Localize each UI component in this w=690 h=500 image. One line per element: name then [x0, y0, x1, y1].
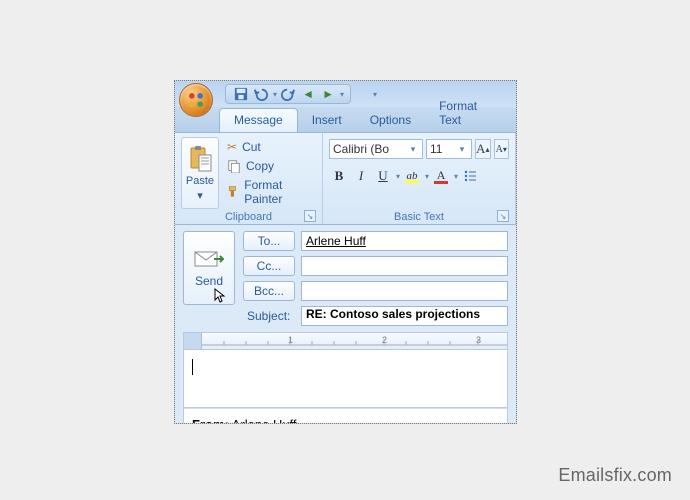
subject-field[interactable]: RE: Contoso sales projections: [301, 306, 508, 326]
clipboard-group-title: Clipboard ↘: [181, 209, 316, 223]
subject-label: Subject:: [243, 309, 295, 323]
basic-text-dialog-launcher-icon[interactable]: ↘: [497, 210, 509, 222]
chevron-down-icon: ▾: [456, 144, 468, 155]
copy-button[interactable]: Copy: [225, 158, 316, 174]
font-color-dropdown-icon[interactable]: ▾: [454, 172, 458, 181]
tab-message[interactable]: Message: [219, 108, 298, 132]
clipboard-group: Paste ▾ ✂ Cut Copy Format Painter: [175, 133, 323, 224]
tab-insert[interactable]: Insert: [298, 109, 356, 132]
to-button[interactable]: To...: [243, 231, 295, 251]
message-body-area: 1 2 3 From: A: [175, 332, 516, 424]
italic-button[interactable]: I: [351, 166, 371, 186]
cc-field[interactable]: [301, 256, 508, 276]
ribbon-tabs: Message Insert Options Format Text: [175, 107, 516, 133]
paste-label: Paste: [186, 175, 214, 187]
save-icon[interactable]: [232, 85, 250, 103]
paste-button[interactable]: Paste ▾: [181, 137, 219, 209]
font-color-button[interactable]: A: [431, 166, 451, 186]
address-area: Send To... Arlene Huff Cc... Bcc... Subj…: [175, 225, 516, 332]
cc-button[interactable]: Cc...: [243, 256, 295, 276]
scissors-icon: ✂: [227, 140, 237, 154]
chevron-down-icon: ▾: [407, 144, 419, 155]
text-caret-icon: [192, 359, 193, 375]
envelope-send-icon: [194, 248, 224, 270]
highlight-button[interactable]: ab: [402, 166, 422, 186]
clipboard-dialog-launcher-icon[interactable]: ↘: [304, 210, 316, 222]
compose-window: ▾ ◄ ► ▾ ▾ Message Insert Options Format …: [174, 80, 517, 424]
undo-icon[interactable]: [252, 85, 270, 103]
paste-dropdown-icon[interactable]: ▾: [197, 189, 203, 202]
bcc-button[interactable]: Bcc...: [243, 281, 295, 301]
mouse-cursor-icon: [214, 288, 230, 304]
tab-format-text[interactable]: Format Text: [425, 95, 516, 132]
ruler[interactable]: 1 2 3: [183, 332, 508, 350]
to-field[interactable]: Arlene Huff: [301, 231, 508, 251]
copy-icon: [227, 159, 241, 173]
quoted-header-from: From: Arlene Huff: [183, 408, 508, 424]
format-painter-button[interactable]: Format Painter: [225, 177, 316, 207]
undo-dropdown-icon[interactable]: ▾: [273, 90, 277, 99]
office-button[interactable]: [179, 83, 213, 117]
cut-button[interactable]: ✂ Cut: [225, 139, 316, 155]
highlight-dropdown-icon[interactable]: ▾: [425, 172, 429, 181]
basic-text-group-title: Basic Text ↘: [329, 209, 509, 223]
message-body-editor[interactable]: [183, 350, 508, 408]
shrink-font-button[interactable]: A▾: [494, 139, 510, 159]
bullets-button[interactable]: [460, 166, 480, 186]
underline-button[interactable]: U: [373, 166, 393, 186]
bcc-field[interactable]: [301, 281, 508, 301]
bold-button[interactable]: B: [329, 166, 349, 186]
watermark: Emailsfix.com: [558, 465, 672, 486]
paintbrush-icon: [227, 185, 239, 199]
grow-font-button[interactable]: A▴: [475, 139, 491, 159]
ribbon: Paste ▾ ✂ Cut Copy Format Painter: [175, 133, 516, 225]
previous-item-icon[interactable]: ◄: [299, 85, 317, 103]
tab-options[interactable]: Options: [356, 109, 425, 132]
quick-access-toolbar: ▾ ◄ ► ▾: [225, 84, 351, 104]
redo-icon[interactable]: [279, 85, 297, 103]
qat-more-icon[interactable]: ▾: [373, 90, 377, 99]
send-button[interactable]: Send: [183, 231, 235, 305]
underline-dropdown-icon[interactable]: ▾: [396, 172, 400, 181]
font-size-combo[interactable]: 11 ▾: [426, 139, 472, 159]
font-name-combo[interactable]: Calibri (Bo ▾: [329, 139, 423, 159]
next-item-icon[interactable]: ►: [319, 85, 337, 103]
qat-customize-icon[interactable]: ▾: [340, 90, 344, 99]
basic-text-group: Calibri (Bo ▾ 11 ▾ A▴ A▾ B I U ▾: [323, 133, 516, 224]
